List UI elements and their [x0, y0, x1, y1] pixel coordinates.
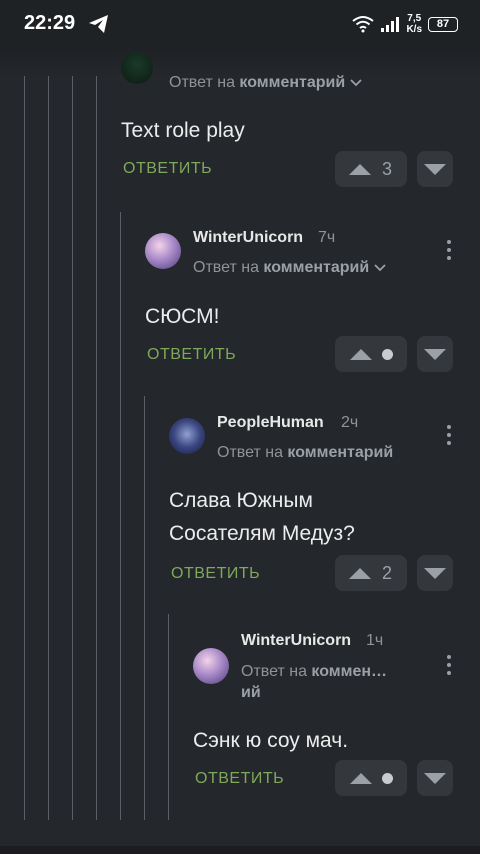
reply-to-link[interactable]: Ответ на коммен… — [241, 663, 387, 681]
upvote-button[interactable] — [335, 336, 407, 372]
comment-text-line: Сосателям Медуз? — [169, 522, 355, 545]
comment-text: Сэнк ю соу мач. — [193, 729, 349, 752]
downvote-button[interactable] — [417, 336, 453, 372]
reply-button[interactable]: ОТВЕТИТЬ — [171, 565, 260, 583]
reply-to-target: комментарий — [263, 259, 370, 276]
telegram-icon — [89, 15, 108, 33]
comment-time: 2ч — [341, 414, 359, 431]
downvote-icon — [424, 772, 446, 784]
avatar[interactable] — [145, 233, 181, 269]
battery-level: 87 — [436, 18, 450, 30]
comment-text: Слава Южным Сосателям Медуз? — [169, 484, 355, 550]
reply-to-target: комментарий — [239, 74, 346, 91]
downvote-button[interactable] — [417, 151, 453, 187]
status-bar: 22:29 7,5 K/s 87 — [0, 0, 480, 50]
thread-line — [24, 76, 25, 820]
thread-line — [120, 212, 121, 820]
reply-to-prefix: Ответ на — [193, 259, 259, 276]
upvote-icon — [349, 163, 371, 175]
status-time: 22:29 — [24, 12, 76, 34]
upvote-icon — [349, 567, 371, 579]
upvote-button[interactable]: 2 — [335, 555, 407, 591]
reply-to-link[interactable]: Ответ на комментарий — [217, 444, 393, 462]
speed-unit: K/s — [406, 24, 422, 35]
reply-to-target: коммен… — [311, 663, 388, 680]
thread-line — [48, 76, 49, 820]
reply-button[interactable]: ОТВЕТИТЬ — [147, 346, 236, 364]
comment-time: 1ч — [366, 632, 384, 649]
username[interactable]: PeopleHuman — [217, 414, 324, 432]
reply-button[interactable]: ОТВЕТИТЬ — [195, 770, 284, 788]
upvote-button[interactable] — [335, 760, 407, 796]
vote-count: 2 — [381, 562, 392, 583]
header-shadow — [0, 50, 480, 76]
downvote-icon — [424, 567, 446, 579]
upvote-icon — [349, 348, 372, 360]
comment-time: 7ч — [318, 229, 336, 246]
reply-to-target-wrap: ий — [241, 684, 261, 701]
vote-hidden-dot — [381, 772, 393, 784]
avatar[interactable] — [193, 648, 229, 684]
network-speed: 7,5 K/s — [406, 13, 422, 35]
reply-to-prefix: Ответ на — [241, 663, 307, 680]
wifi-icon — [352, 16, 375, 33]
username[interactable]: WinterUnicorn — [193, 229, 303, 247]
thread-line — [72, 76, 73, 820]
upvote-button[interactable]: 3 — [335, 151, 407, 187]
speed-value: 7,5 — [407, 13, 422, 24]
vote-hidden-dot — [381, 348, 393, 360]
reply-to-link[interactable]: Ответ на комментарий — [193, 259, 386, 277]
reply-to-link[interactable]: Ответ на комментарий — [169, 74, 362, 92]
more-options-icon[interactable] — [446, 655, 452, 679]
reply-to-target: комментарий — [287, 444, 394, 461]
bottom-bar — [0, 846, 480, 854]
thread-line — [144, 396, 145, 820]
more-options-icon[interactable] — [446, 425, 452, 449]
status-icons: 7,5 K/s 87 — [352, 10, 458, 38]
downvote-icon — [424, 348, 446, 360]
comment-text: СЮСМ! — [145, 305, 220, 328]
comment-text: Text role play — [121, 119, 245, 142]
battery-icon: 87 — [428, 16, 458, 32]
reply-to-prefix: Ответ на — [169, 74, 235, 91]
downvote-icon — [424, 163, 446, 175]
downvote-button[interactable] — [417, 555, 453, 591]
avatar[interactable] — [121, 52, 153, 84]
comment-text-line: Слава Южным — [169, 489, 313, 512]
chevron-down-icon — [350, 79, 362, 87]
thread-line — [96, 76, 97, 820]
reply-button[interactable]: ОТВЕТИТЬ — [123, 160, 212, 178]
username[interactable]: WinterUnicorn — [241, 632, 351, 650]
avatar[interactable] — [169, 418, 205, 454]
vote-count: 3 — [381, 158, 392, 179]
thread-line — [168, 614, 169, 820]
reply-to-prefix: Ответ на — [217, 444, 283, 461]
downvote-button[interactable] — [417, 760, 453, 796]
reply-to-link-wrap: ий — [241, 684, 261, 702]
more-options-icon[interactable] — [446, 240, 452, 264]
chevron-down-icon — [374, 264, 386, 272]
upvote-icon — [349, 772, 372, 784]
signal-icon — [381, 17, 400, 32]
